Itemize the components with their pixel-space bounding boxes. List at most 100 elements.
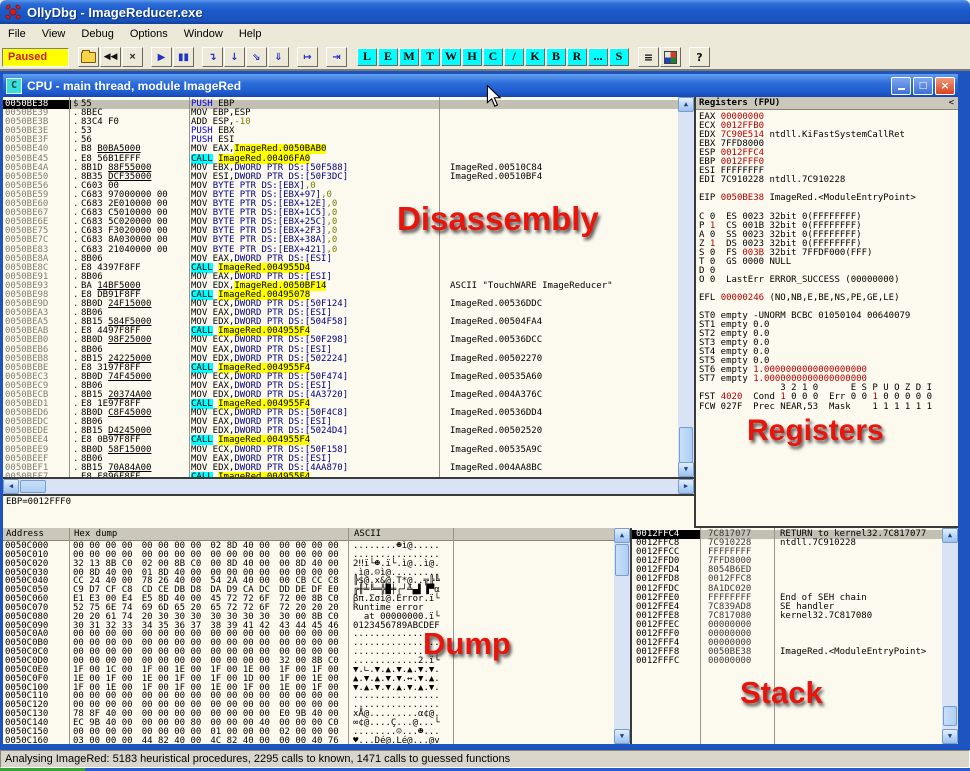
scroll-down-button[interactable]: ▼ <box>678 462 694 477</box>
view-button-e[interactable]: E <box>378 48 398 66</box>
scroll-down-button[interactable]: ▼ <box>614 729 630 744</box>
comment-cell: ImageRed.<ModuleEntryPoint> <box>780 648 926 657</box>
view-button-w[interactable]: W <box>441 48 461 66</box>
scroll-right-button[interactable]: ▶ <box>678 479 694 494</box>
comment-cell: ImageRed.00536DD4 <box>450 409 542 418</box>
register-line-16[interactable]: T 0 GS 0000 NULL <box>699 258 958 267</box>
go-to-address-button[interactable]: ⇥ <box>326 47 347 67</box>
menu-item-help[interactable]: Help <box>231 24 270 44</box>
column-divider[interactable] <box>189 97 190 477</box>
up-arrow-icon: ▲ <box>620 531 624 539</box>
maximize-button[interactable]: □ <box>913 77 933 95</box>
text-segment: ImageRed.004955F4 <box>218 472 310 479</box>
column-divider[interactable] <box>69 97 70 477</box>
minimize-button[interactable] <box>891 77 911 95</box>
run-button[interactable]: ▶ <box>151 47 172 67</box>
scroll-thumb[interactable] <box>943 706 957 726</box>
animate-over-button[interactable]: ⇓ <box>268 47 289 67</box>
hexdump-column-header: Hex dump <box>74 528 117 540</box>
hex-group: 44 82 40 00 <box>142 737 211 744</box>
register-line-7[interactable]: EDI 7C910228 ntdll.7C910228 <box>699 176 958 185</box>
left-arrow-icon: ◀ <box>9 482 13 490</box>
scroll-down-button[interactable]: ▼ <box>942 729 958 744</box>
menu-item-options[interactable]: Options <box>122 24 176 44</box>
menu-item-window[interactable]: Window <box>176 24 231 44</box>
stack-row-0012FFFC[interactable]: 0012FFFC00000000 <box>632 657 942 666</box>
disassembly-row-0050BEE9[interactable]: 0050BEE9.8B0D 58F15000MOV ECX,DWORD PTR … <box>3 446 678 455</box>
disassembly-row-0050BE8C[interactable]: 0050BE8C.E8 4397F8FFCALL ImageRed.004955… <box>3 264 678 273</box>
view-button-b[interactable]: B <box>546 48 566 66</box>
comment-cell: ImageRed.004AA8BC <box>450 464 542 473</box>
address-column-header: Address <box>6 528 44 540</box>
stack-scrollbar[interactable]: ▲ ▼ <box>942 528 958 744</box>
scroll-up-button[interactable]: ▲ <box>942 528 958 543</box>
disassembly-row-0050BE3B[interactable]: 0050BE3B.83C4 F0ADD ESP,-10 <box>3 118 678 127</box>
disassembly-row-0050BEB0[interactable]: 0050BEB0.8B0D 98F25000MOV ECX,DWORD PTR … <box>3 336 678 345</box>
dump-row-0050C160[interactable]: 0050C16003 00 00 0044 82 40 004C 82 40 0… <box>3 737 614 744</box>
disassembly-row-0050BEC3[interactable]: 0050BEC3.8B0D 74F45000MOV ECX,DWORD PTR … <box>3 373 678 382</box>
disassembly-scrollbar[interactable]: ▲ ▼ <box>678 97 694 477</box>
title-bar[interactable]: OllyDbg - ImageReducer.exe <box>0 0 970 24</box>
maximize-icon: □ <box>919 81 928 91</box>
pause-button[interactable]: ▮▮ <box>173 47 194 67</box>
register-line-32[interactable]: FCW 027F Prec NEAR,53 Mask 1 1 1 1 1 1 <box>699 403 958 412</box>
collapse-button[interactable]: < <box>949 97 954 109</box>
column-divider[interactable] <box>774 528 775 744</box>
restart-icon: ◀◀ <box>104 52 118 62</box>
register-line-18[interactable]: O 0 LastErr ERROR_SUCCESS (00000000) <box>699 276 958 285</box>
menu-item-view[interactable]: View <box>34 24 74 44</box>
text-segment: CALL <box>191 472 213 479</box>
close-program-button[interactable]: × <box>122 47 143 67</box>
disassembly-row-0050BED6[interactable]: 0050BED6.8B0D C8F45000MOV ECX,DWORD PTR … <box>3 409 678 418</box>
menu-item-file[interactable]: File <box>0 24 34 44</box>
menu-item-debug[interactable]: Debug <box>73 24 121 44</box>
comment-cell: ImageRed.00536DCC <box>450 336 542 345</box>
step-into-button[interactable]: ↴ <box>202 47 223 67</box>
down-arrow-icon: ▼ <box>684 465 688 473</box>
list-icon: ≡ <box>644 51 653 64</box>
scroll-left-button[interactable]: ◀ <box>3 479 19 494</box>
disassembly-row-0050BE38[interactable]: 0050BE38$55PUSH EBP <box>3 100 678 109</box>
open-file-button[interactable] <box>78 47 99 67</box>
restart-button[interactable]: ◀◀ <box>100 47 121 67</box>
step-over-button[interactable]: ↓ <box>224 47 245 67</box>
appearance-button[interactable] <box>660 47 681 67</box>
disassembly-hscrollbar[interactable]: ◀ ▶ <box>3 479 694 496</box>
close-button[interactable]: × <box>935 77 955 95</box>
view-button-m[interactable]: M <box>399 48 419 66</box>
view-button-r[interactable]: R <box>567 48 587 66</box>
view-button-k[interactable]: K <box>525 48 545 66</box>
column-divider[interactable] <box>348 528 349 744</box>
view-button-c[interactable]: C <box>483 48 503 66</box>
animate-into-button[interactable]: ⇘ <box>246 47 267 67</box>
down-arrow-icon: ▼ <box>948 732 952 740</box>
column-divider[interactable] <box>439 97 440 477</box>
view-button-l[interactable]: L <box>357 48 377 66</box>
comment-cell: ImageRed.00510BF4 <box>450 173 542 182</box>
view-button-s[interactable]: S <box>609 48 629 66</box>
hex-cell: 03 00 00 0044 82 40 004C 82 40 0000 00 4… <box>73 737 348 744</box>
disassembly-row-0050BE3E[interactable]: 0050BE3E.53PUSH EBX <box>3 127 678 136</box>
register-line-20[interactable]: EFL 00000246 (NO,NB,E,BE,NS,PE,GE,LE) <box>699 294 958 303</box>
cpu-title-bar[interactable]: C CPU - main thread, module ImageRed □ × <box>3 74 958 97</box>
text-segment: ImageRed.<ModuleEntryPoint> <box>764 193 916 203</box>
register-line-9[interactable]: EIP 0050BE38 ImageRed.<ModuleEntryPoint> <box>699 194 958 203</box>
address-cell: 0012FFFC <box>636 657 679 666</box>
scroll-thumb[interactable] <box>615 544 629 576</box>
disassembly-row-0050BE9D[interactable]: 0050BE9D.8B0D 24F15000MOV ECX,DWORD PTR … <box>3 300 678 309</box>
disassembly-row-0050BE83[interactable]: 0050BE83.C683 21040000 00MOV BYTE PTR DS… <box>3 246 678 255</box>
execute-till-return-button[interactable]: ↦ <box>297 47 318 67</box>
scroll-thumb[interactable] <box>679 427 693 463</box>
scroll-thumb[interactable] <box>20 480 46 493</box>
column-divider[interactable] <box>700 528 701 744</box>
view-button-t[interactable]: T <box>420 48 440 66</box>
view-button-h[interactable]: H <box>462 48 482 66</box>
scroll-up-button[interactable]: ▲ <box>678 97 694 112</box>
windows-list-button[interactable]: ≡ <box>638 47 659 67</box>
view-button-symbol[interactable]: / <box>504 48 524 66</box>
view-button-symbol[interactable]: ... <box>588 48 608 66</box>
dump-scrollbar[interactable]: ▲ ▼ <box>614 528 630 744</box>
help-button[interactable]: ? <box>689 47 710 67</box>
scroll-up-button[interactable]: ▲ <box>614 528 630 543</box>
column-divider[interactable] <box>69 528 70 744</box>
